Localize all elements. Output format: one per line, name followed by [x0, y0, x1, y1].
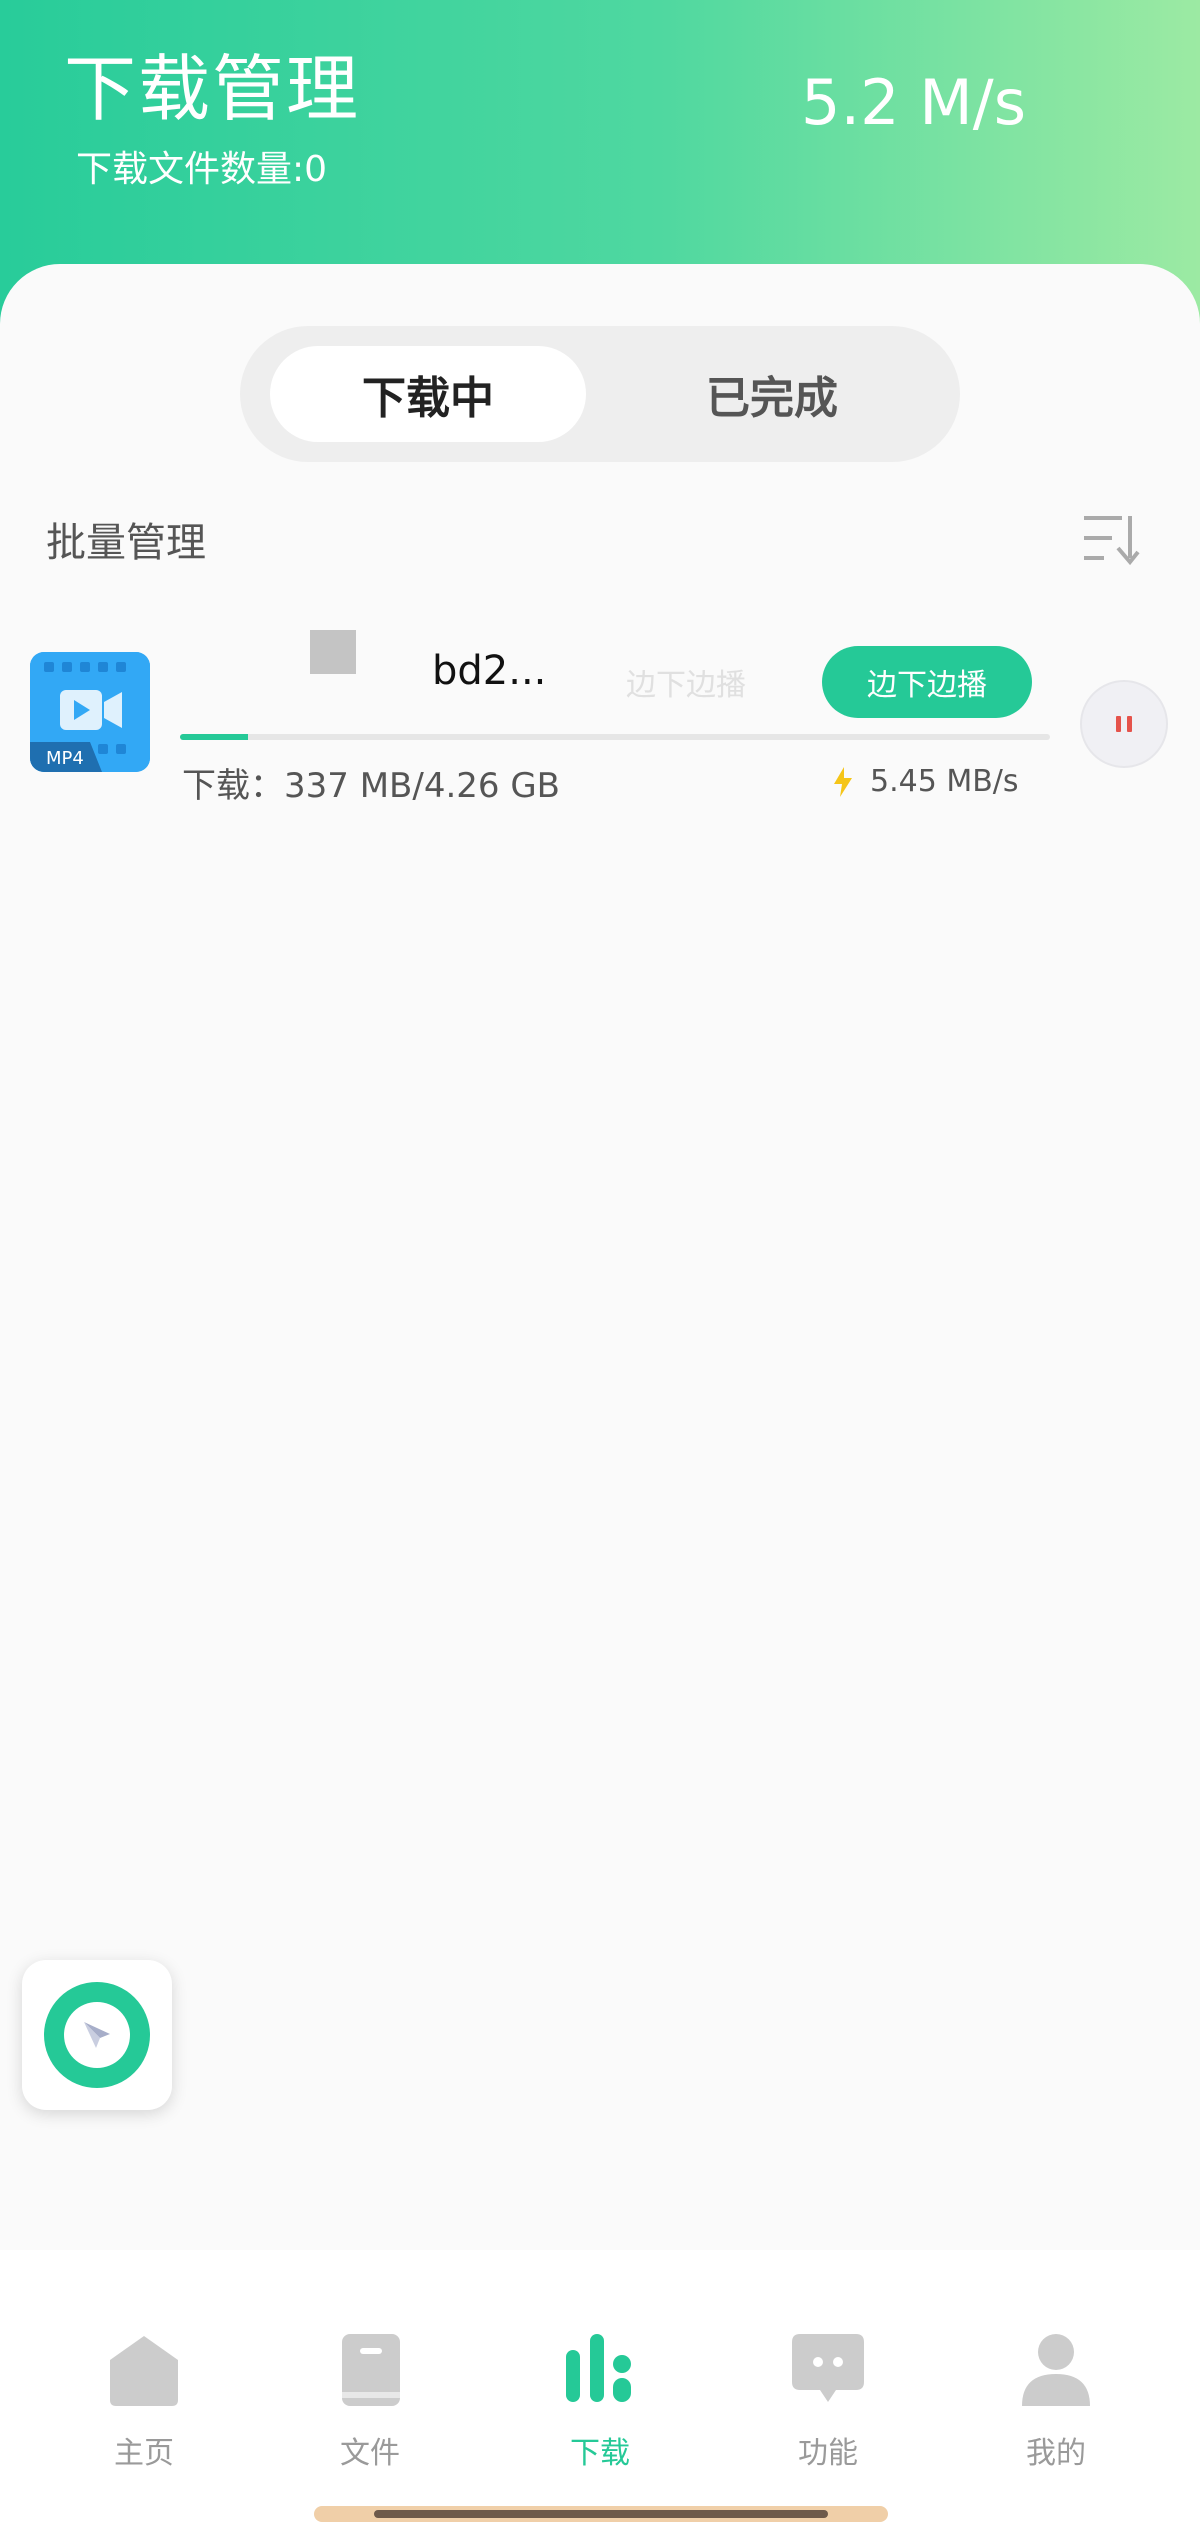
- pause-button[interactable]: [1080, 680, 1168, 768]
- total-speed: 5.2 M/s: [801, 66, 1026, 139]
- ghost-label: 边下边播: [626, 668, 746, 703]
- download-progress-bar: [180, 734, 1050, 740]
- tab-completed[interactable]: 已完成: [614, 346, 930, 442]
- nav-profile[interactable]: 我的: [976, 2330, 1136, 2472]
- home-indicator: [314, 2506, 888, 2522]
- compass-icon: [44, 1982, 150, 2088]
- mp4-file-icon: MP4: [30, 652, 150, 772]
- floating-compass-button[interactable]: [22, 1960, 172, 2110]
- home-indicator-bar: [374, 2510, 828, 2518]
- nav-label: 功能: [798, 2436, 858, 2471]
- file-name[interactable]: bd2...: [182, 648, 582, 694]
- file-icon: [342, 2334, 400, 2406]
- nav-label: 主页: [114, 2436, 174, 2471]
- play-while-downloading-button[interactable]: 边下边播: [822, 646, 1032, 718]
- person-icon: [1022, 2334, 1090, 2406]
- pause-icon: [1116, 716, 1132, 732]
- file-count: 下载文件数量:0: [76, 149, 328, 190]
- nav-home[interactable]: 主页: [64, 2330, 224, 2472]
- tab-switcher: 下载中 已完成: [240, 326, 960, 462]
- download-progress-fill: [180, 734, 248, 740]
- download-icon: [566, 2334, 631, 2402]
- nav-download[interactable]: 下载: [520, 2330, 680, 2472]
- page-title: 下载管理: [64, 47, 361, 131]
- file-type-label: MP4: [46, 748, 84, 769]
- redacted-block: [310, 630, 356, 674]
- bottom-nav: 主页 文件 下载 功能 我的: [0, 2250, 1200, 2545]
- chat-icon: [792, 2334, 864, 2402]
- lightning-icon: [834, 766, 852, 797]
- nav-label: 文件: [340, 2436, 400, 2471]
- item-speed-value: 5.45 MB/s: [870, 764, 1019, 799]
- nav-features[interactable]: 功能: [748, 2330, 908, 2472]
- downloaded-size: 下载：337 MB/4.26 GB: [182, 766, 561, 806]
- nav-files[interactable]: 文件: [290, 2330, 450, 2472]
- home-icon: [110, 2336, 178, 2406]
- nav-label: 我的: [1026, 2436, 1086, 2471]
- nav-label: 下载: [570, 2436, 630, 2471]
- batch-manage-button[interactable]: 批量管理: [46, 510, 206, 568]
- tab-downloading[interactable]: 下载中: [270, 346, 586, 442]
- sort-icon[interactable]: [1082, 512, 1140, 568]
- item-speed: 5.45 MB/s: [832, 764, 1019, 799]
